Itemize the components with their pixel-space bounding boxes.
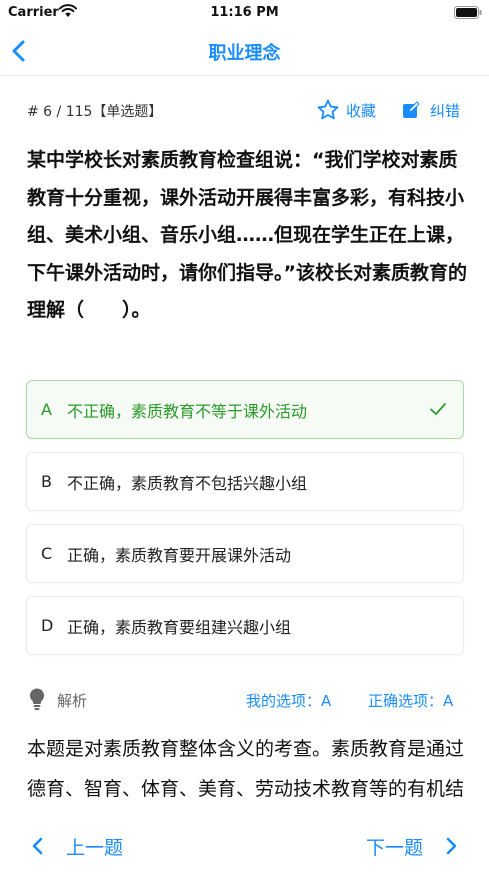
nav-bar: 职业理念 xyxy=(0,26,489,76)
status-bar: Carrier 11:16 PM xyxy=(0,0,489,26)
option-letter: C xyxy=(41,544,53,563)
option-c[interactable]: C 正确，素质教育要开展课外活动 xyxy=(26,524,464,583)
option-a[interactable]: A 不正确，素质教育不等于课外活动 xyxy=(26,380,464,439)
battery-icon xyxy=(454,6,482,19)
option-list: A 不正确，素质教育不等于课外活动 B 不正确，素质教育不包括兴趣小组 C 正确… xyxy=(26,380,464,668)
question-text: 某中学校长对素质教育检查组说：“我们学校对素质教育十分重视，课外活动开展得丰富多… xyxy=(27,149,467,321)
question-counter: # 6 / 115【单选题】 xyxy=(27,104,163,120)
option-text: 不正确，素质教育不等于课外活动 xyxy=(67,401,308,421)
check-icon xyxy=(430,403,446,415)
correct-choice: 正确选项：A xyxy=(368,692,454,710)
next-question-button[interactable]: 下一题 xyxy=(366,832,459,860)
lightbulb-icon xyxy=(29,688,45,710)
page-title: 职业理念 xyxy=(208,43,281,64)
edit-icon xyxy=(403,101,420,118)
report-error-button[interactable]: 纠错 xyxy=(402,97,460,123)
option-text: 正确，素质教育要开展课外活动 xyxy=(67,545,292,565)
next-label: 下一题 xyxy=(365,836,423,859)
option-letter: A xyxy=(41,400,52,419)
analysis-text: 本题是对素质教育整体含义的考查。素质教育是通过德育、智育、体育、美育、劳动技术教… xyxy=(27,738,465,800)
star-outline-icon xyxy=(317,99,339,120)
option-text: 不正确，素质教育不包括兴趣小组 xyxy=(67,473,308,493)
status-time: 11:16 PM xyxy=(210,5,279,20)
report-label: 纠错 xyxy=(430,101,461,120)
bottom-bar: 上一题 下一题 xyxy=(0,817,489,875)
option-letter: D xyxy=(41,616,54,635)
analysis-header: 解析 我的选项：A 正确选项：A xyxy=(27,686,467,712)
option-text: 正确，素质教育要组建兴趣小组 xyxy=(67,617,292,637)
analysis-label: 解析 xyxy=(57,692,88,710)
option-letter: B xyxy=(41,472,52,491)
favorite-label: 收藏 xyxy=(346,101,377,120)
chevron-right-icon xyxy=(446,837,457,855)
option-b[interactable]: B 不正确，素质教育不包括兴趣小组 xyxy=(26,452,464,511)
my-choice: 我的选项：A xyxy=(246,692,332,710)
prev-label: 上一题 xyxy=(66,836,124,859)
favorite-button[interactable]: 收藏 xyxy=(316,97,376,123)
chevron-left-icon xyxy=(32,837,43,855)
option-d[interactable]: D 正确，素质教育要组建兴趣小组 xyxy=(26,596,464,655)
prev-question-button[interactable]: 上一题 xyxy=(30,832,123,860)
